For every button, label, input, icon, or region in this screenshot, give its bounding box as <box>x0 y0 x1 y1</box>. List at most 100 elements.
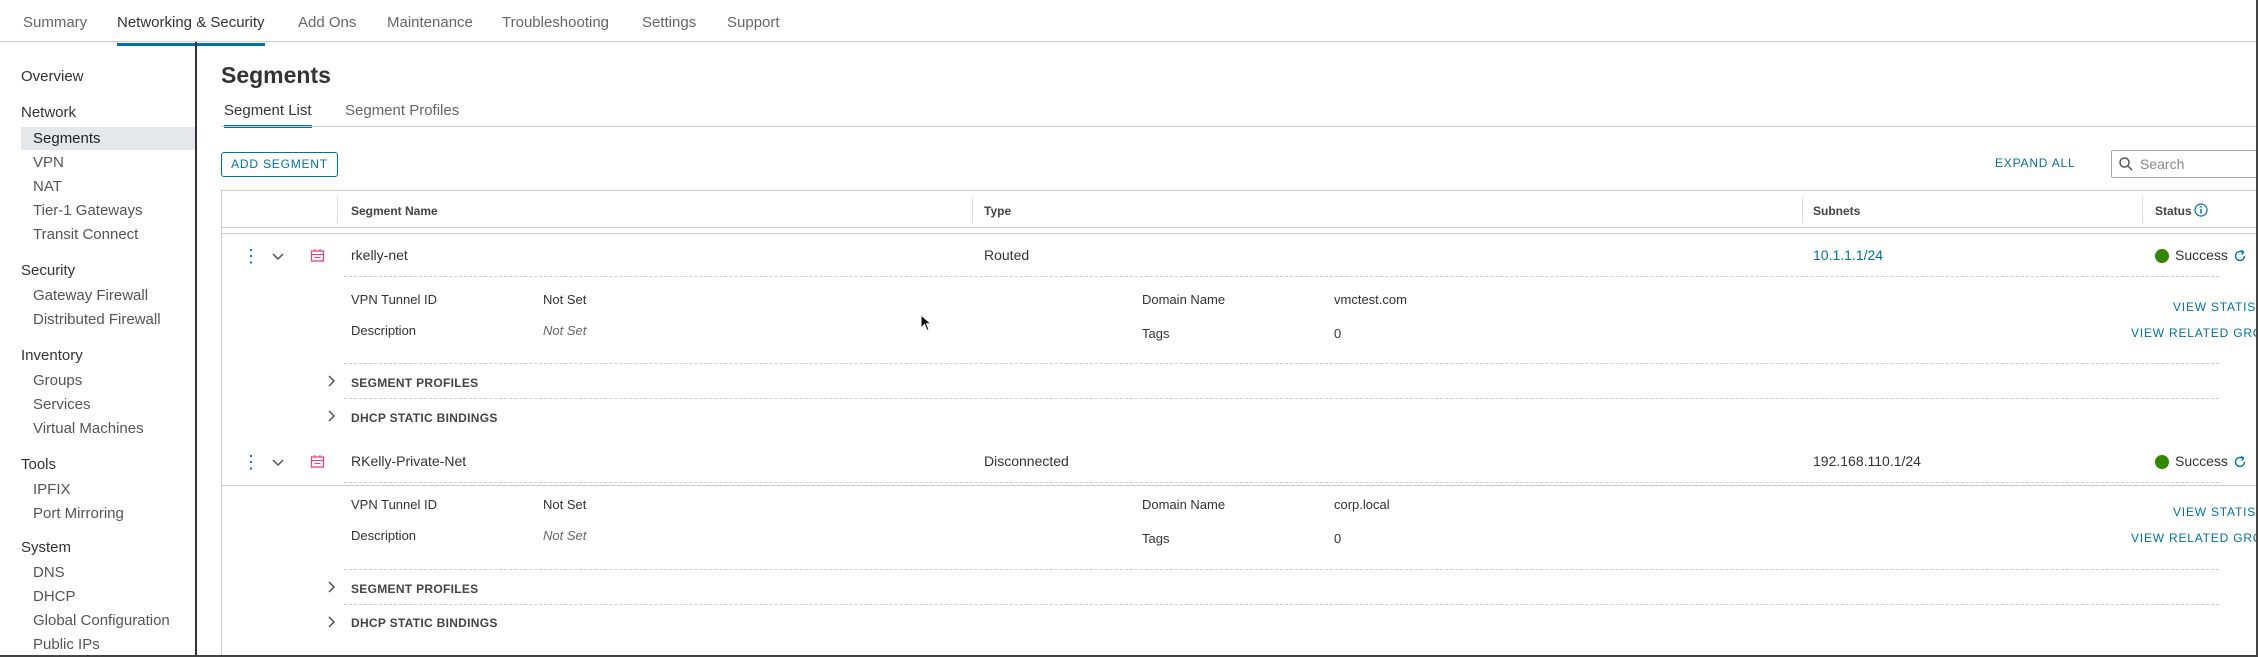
add-segment-button[interactable]: ADD SEGMENT <box>221 152 338 177</box>
sidebar-item-groups[interactable]: Groups <box>21 369 195 392</box>
subtabs: Segment List <box>221 82 2258 130</box>
view-statistics-link[interactable]: VIEW STATIS <box>2173 300 2256 314</box>
tags-label: Tags <box>1142 326 1170 341</box>
domain-name-value: vmctest.com <box>1334 292 1407 307</box>
tags-value: 0 <box>1334 531 1342 546</box>
row-divider <box>344 363 2219 364</box>
tab-support[interactable]: Support <box>727 14 780 43</box>
expand-all-button[interactable]: EXPAND ALL <box>1995 156 2075 170</box>
vpn-tunnel-id-value: Not Set <box>543 292 587 307</box>
kebab-icon[interactable]: ⋮ <box>242 453 260 471</box>
sidebar-section-tools: Tools <box>21 456 57 473</box>
row-divider <box>344 569 2219 570</box>
column-header-status[interactable]: Status <box>2155 204 2192 218</box>
sidebar-item-overview[interactable]: Overview <box>21 68 84 85</box>
description-label: Description <box>351 323 417 338</box>
sidebar-item-public-ips[interactable]: Public IPs <box>21 633 195 656</box>
domain-name-label: Domain Name <box>1142 292 1226 307</box>
chevron-right-icon[interactable] <box>328 616 336 628</box>
view-related-groups-link[interactable]: VIEW RELATED GRC <box>2131 531 2258 545</box>
sidebar-item-vpn[interactable]: VPN <box>21 151 195 174</box>
chevron-down-icon[interactable] <box>272 253 284 261</box>
column-separator <box>337 197 338 223</box>
refresh-icon[interactable] <box>2233 249 2247 263</box>
tab-segment-profiles[interactable]: Segment Profiles <box>345 102 459 119</box>
tags-value: 0 <box>1334 326 1342 341</box>
column-header-subnets[interactable]: Subnets <box>1813 204 1860 218</box>
sidebar-item-transit-connect[interactable]: Transit Connect <box>21 223 195 246</box>
sidebar-item-segments[interactable]: Segments <box>21 127 195 150</box>
search-icon <box>2119 157 2133 171</box>
sidebar-section-security: Security <box>21 262 76 279</box>
chevron-down-icon[interactable] <box>272 459 284 467</box>
view-related-groups-link[interactable]: VIEW RELATED GRC <box>2131 326 2258 340</box>
segment-subnet-link[interactable]: 10.1.1.1/24 <box>1813 247 1883 263</box>
segment-profiles-toggle[interactable]: SEGMENT PROFILES <box>351 582 478 596</box>
segments-grid: Segment Name Type Subnets Status ⋮ rkell… <box>221 190 2258 657</box>
row-divider <box>344 604 2219 605</box>
chevron-right-icon[interactable] <box>328 375 336 387</box>
tags-label: Tags <box>1142 531 1170 546</box>
segment-subnet: 192.168.110.1/24 <box>1813 453 1921 469</box>
tab-troubleshooting[interactable]: Troubleshooting <box>502 14 609 43</box>
tab-segment-list-label[interactable]: Segment List <box>224 102 312 128</box>
description-value: Not Set <box>543 323 587 338</box>
search-input[interactable] <box>2140 155 2250 173</box>
segment-name: rkelly-net <box>351 247 408 263</box>
dhcp-static-bindings-toggle[interactable]: DHCP STATIC BINDINGS <box>351 411 498 425</box>
vpn-tunnel-id-label: VPN Tunnel ID <box>351 292 437 307</box>
status-text: Success <box>2175 453 2228 469</box>
tab-add-ons[interactable]: Add Ons <box>298 14 356 43</box>
sidebar: Overview Network Segments VPN NAT Tier-1… <box>0 42 197 657</box>
description-label: Description <box>351 528 417 543</box>
domain-name-value: corp.local <box>1334 497 1390 512</box>
segment-profiles-toggle[interactable]: SEGMENT PROFILES <box>351 376 478 390</box>
mouse-cursor-icon <box>920 314 932 332</box>
domain-name-label: Domain Name <box>1142 497 1226 512</box>
column-header-segment-name[interactable]: Segment Name <box>351 204 438 218</box>
description-value: Not Set <box>543 528 587 543</box>
segment-type: Routed <box>984 247 1030 263</box>
info-icon[interactable] <box>2194 203 2208 217</box>
segment-name: RKelly-Private-Net <box>351 453 467 469</box>
sidebar-item-global-configuration[interactable]: Global Configuration <box>21 609 195 632</box>
sidebar-item-gateway-firewall[interactable]: Gateway Firewall <box>21 284 195 307</box>
chevron-right-icon[interactable] <box>328 410 336 422</box>
sidebar-item-services[interactable]: Services <box>21 393 195 416</box>
status-text: Success <box>2175 247 2228 263</box>
sidebar-item-ipfix[interactable]: IPFIX <box>21 478 195 501</box>
column-header-type[interactable]: Type <box>984 204 1011 218</box>
tab-summary[interactable]: Summary <box>23 14 87 43</box>
status-success-icon <box>2155 249 2169 263</box>
refresh-icon[interactable] <box>2233 455 2247 469</box>
header-gap <box>222 228 2258 234</box>
search-box[interactable] <box>2111 150 2258 178</box>
grid-header: Segment Name Type Subnets Status <box>222 191 2258 228</box>
dhcp-static-bindings-toggle[interactable]: DHCP STATIC BINDINGS <box>351 616 498 630</box>
vpn-tunnel-id-value: Not Set <box>543 497 587 512</box>
sidebar-item-tier1-gateways[interactable]: Tier-1 Gateways <box>21 199 195 222</box>
status-success-icon <box>2155 455 2169 469</box>
chevron-right-icon[interactable] <box>328 581 336 593</box>
kebab-icon[interactable]: ⋮ <box>242 247 260 265</box>
column-separator <box>972 197 973 223</box>
vpn-tunnel-id-label: VPN Tunnel ID <box>351 497 437 512</box>
view-statistics-link[interactable]: VIEW STATIS <box>2173 505 2256 519</box>
column-separator <box>2142 197 2143 223</box>
sidebar-item-distributed-firewall[interactable]: Distributed Firewall <box>21 308 195 331</box>
sidebar-section-system: System <box>21 539 72 556</box>
sidebar-item-dns[interactable]: DNS <box>21 561 195 584</box>
sidebar-item-virtual-machines[interactable]: Virtual Machines <box>21 417 195 440</box>
column-separator <box>1802 197 1803 223</box>
sidebar-section-network: Network <box>21 104 77 121</box>
segment-icon <box>310 455 325 468</box>
sidebar-item-dhcp[interactable]: DHCP <box>21 585 195 608</box>
table-row: ⋮ rkelly-net Routed 10.1.1.1/24 Success <box>222 235 2258 440</box>
subtabs-divider <box>221 126 2258 127</box>
sidebar-item-port-mirroring[interactable]: Port Mirroring <box>21 502 195 525</box>
tab-settings[interactable]: Settings <box>642 14 696 43</box>
segment-type: Disconnected <box>984 453 1069 469</box>
tab-maintenance[interactable]: Maintenance <box>387 14 473 43</box>
sidebar-item-nat[interactable]: NAT <box>21 175 195 198</box>
row-divider <box>344 398 2219 399</box>
